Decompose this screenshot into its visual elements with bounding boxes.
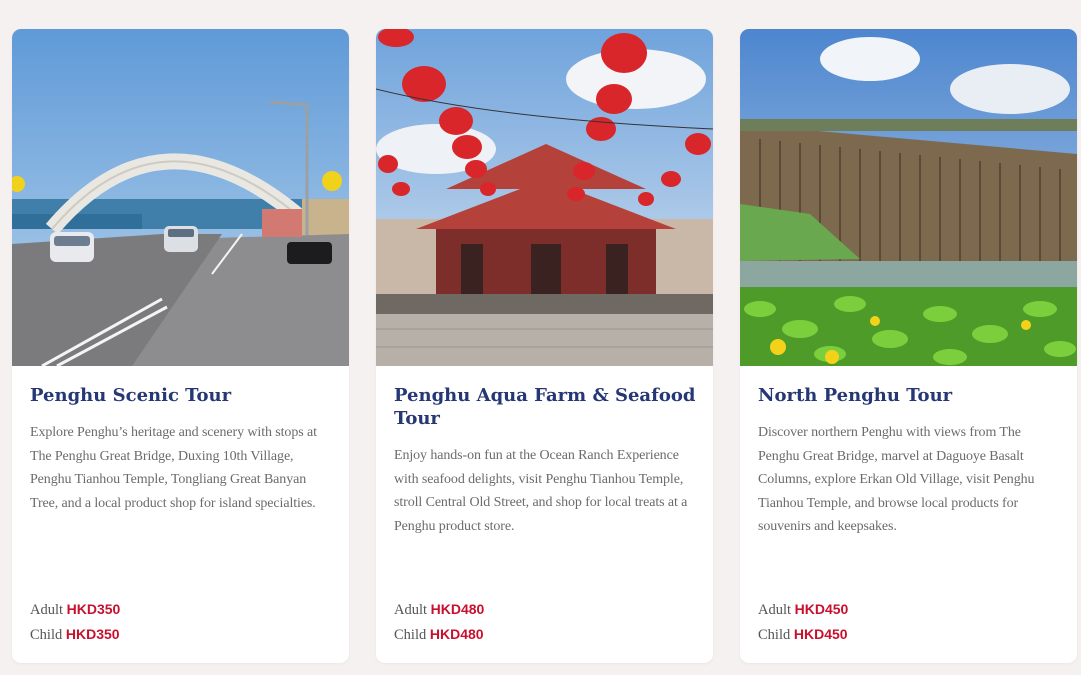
tour-description: Explore Penghu’s heritage and scenery wi… (30, 425, 317, 511)
adult-label: Adult (758, 602, 792, 618)
arch-bridge-photo[interactable] (12, 29, 349, 366)
tour-description: Discover northern Penghu with views from… (758, 425, 1035, 535)
tour-title[interactable]: Penghu Scenic Tour (30, 384, 333, 407)
price-block: Adult HKD350 Child HKD350 (30, 598, 120, 647)
child-price-line: Child HKD480 (394, 623, 484, 648)
adult-price-line: Adult HKD450 (758, 598, 848, 623)
child-price-line: Child HKD350 (30, 623, 120, 648)
adult-price: HKD480 (430, 601, 485, 617)
adult-label: Adult (394, 602, 428, 618)
tour-card-penghu-scenic[interactable]: Penghu Scenic Tour Explore Penghu’s heri… (12, 29, 349, 663)
temple-lanterns-photo[interactable] (376, 29, 713, 366)
child-price: HKD480 (429, 625, 484, 642)
price-block: Adult HKD450 Child HKD450 (758, 598, 848, 647)
adult-label: Adult (30, 602, 64, 618)
tour-card-body: Penghu Aqua Farm & Seafood Tour Enjoy ha… (394, 384, 697, 538)
child-label: Child (758, 626, 791, 643)
tour-card-body: Penghu Scenic Tour Explore Penghu’s heri… (30, 384, 333, 515)
child-price-line: Child HKD450 (758, 623, 848, 648)
adult-price: HKD350 (66, 601, 121, 617)
tour-title[interactable]: North Penghu Tour (758, 384, 1061, 407)
price-block: Adult HKD480 Child HKD480 (394, 598, 484, 647)
tour-card-aqua-farm-seafood[interactable]: Penghu Aqua Farm & Seafood Tour Enjoy ha… (376, 29, 713, 663)
child-price: HKD350 (65, 625, 120, 642)
tour-title[interactable]: Penghu Aqua Farm & Seafood Tour (394, 384, 697, 430)
child-label: Child (30, 626, 63, 643)
tour-card-north-penghu[interactable]: North Penghu Tour Discover northern Peng… (740, 29, 1077, 663)
tour-card-body: North Penghu Tour Discover northern Peng… (758, 384, 1061, 539)
tour-description: Enjoy hands-on fun at the Ocean Ranch Ex… (394, 448, 688, 534)
child-label: Child (394, 626, 427, 643)
child-price: HKD450 (793, 625, 848, 642)
adult-price: HKD450 (794, 601, 849, 617)
adult-price-line: Adult HKD350 (30, 598, 120, 623)
basalt-columns-photo[interactable] (740, 29, 1077, 366)
adult-price-line: Adult HKD480 (394, 598, 484, 623)
